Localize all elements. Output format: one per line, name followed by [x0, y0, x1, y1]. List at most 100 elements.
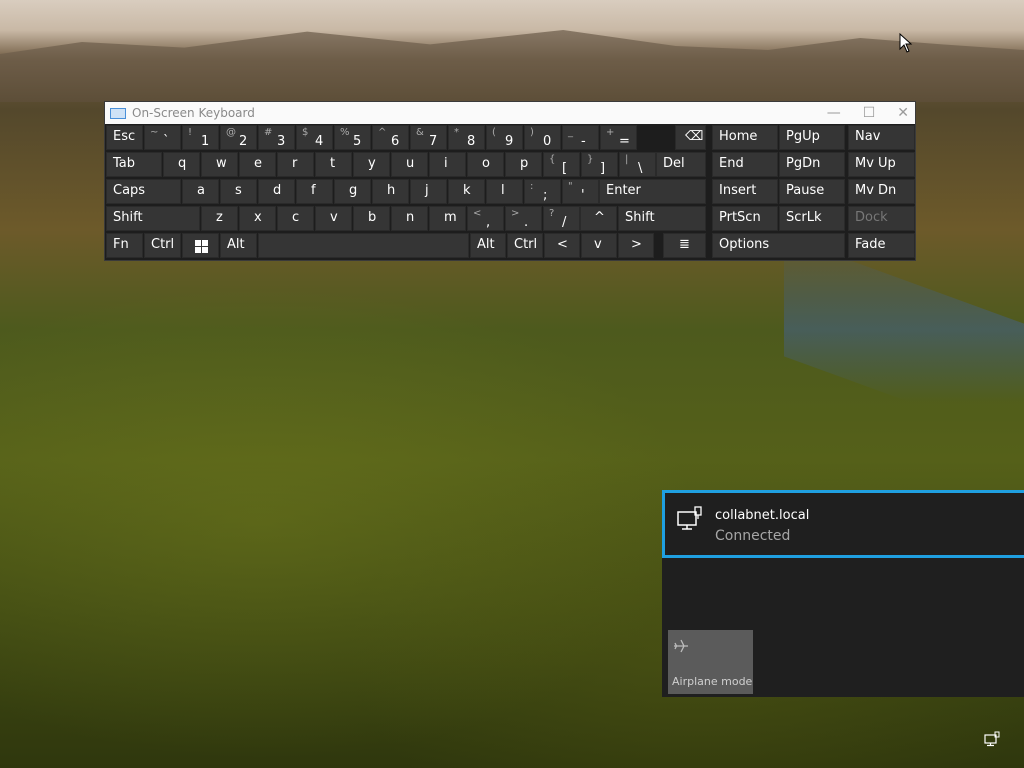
key-home[interactable]: Home — [712, 125, 778, 150]
key-row4-9[interactable]: ? / — [543, 206, 580, 231]
key-row2-9[interactable]: p — [505, 152, 542, 177]
key-row3-6[interactable]: j — [410, 179, 447, 204]
key-backspace[interactable]: ⌫ — [675, 125, 706, 150]
key-space[interactable] — [258, 233, 469, 258]
key-row3-3[interactable]: f — [296, 179, 333, 204]
on-screen-keyboard-window[interactable]: On-Screen Keyboard — ☐ ✕ Esc ⌫ Tab Del C… — [104, 101, 916, 261]
key-row2-2[interactable]: e — [239, 152, 276, 177]
network-tray-icon[interactable] — [984, 731, 1000, 747]
key-row4-7[interactable]: <, — [467, 206, 504, 231]
airplane-mode-label: Airplane mode — [672, 675, 753, 688]
key-windows[interactable] — [182, 233, 219, 258]
key-row4-8[interactable]: >. — [505, 206, 542, 231]
key-row1-10[interactable]: ) 0 — [524, 125, 561, 150]
key-row1-8[interactable]: * 8 — [448, 125, 485, 150]
key-row1-4[interactable]: $4 — [296, 125, 333, 150]
key-pause[interactable]: Pause — [779, 179, 845, 204]
key-prtscn[interactable]: PrtScn — [712, 206, 778, 231]
key-row2-5[interactable]: y — [353, 152, 390, 177]
key-row1-6[interactable]: ^ 6 — [372, 125, 409, 150]
key-row3-9[interactable]: :; — [524, 179, 561, 204]
key-row4-1[interactable]: x — [239, 206, 276, 231]
key-row1-7[interactable]: & 7 — [410, 125, 447, 150]
key-left-arrow[interactable]: < — [544, 233, 580, 258]
key-alt-left[interactable]: Alt — [220, 233, 257, 258]
key-mv-up[interactable]: Mv Up — [848, 152, 915, 177]
wallpaper-river — [784, 236, 1024, 444]
key-row2-1[interactable]: w — [201, 152, 238, 177]
key-row4-5[interactable]: n — [391, 206, 428, 231]
key-del[interactable]: Del — [656, 152, 706, 177]
key-row4-6[interactable]: m — [429, 206, 466, 231]
key-caps[interactable]: Caps — [106, 179, 181, 204]
key-row1-9[interactable]: (9 — [486, 125, 523, 150]
network-status: Connected — [715, 528, 791, 544]
key-row1-2[interactable]: @2 — [220, 125, 257, 150]
airplane-mode-tile[interactable]: Airplane mode — [668, 630, 753, 694]
key-row1-12[interactable]: + = — [600, 125, 637, 150]
key-row1-5[interactable]: % 5 — [334, 125, 371, 150]
key-row4-2[interactable]: c — [277, 206, 314, 231]
key-right-arrow[interactable]: > — [618, 233, 654, 258]
osk-title: On-Screen Keyboard — [132, 106, 255, 120]
ethernet-icon — [677, 506, 702, 530]
key-row2-11[interactable]: }] — [581, 152, 618, 177]
key-row3-5[interactable]: h — [372, 179, 409, 204]
key-row3-7[interactable]: k — [448, 179, 485, 204]
key-row4-3[interactable]: v — [315, 206, 352, 231]
key-pgup[interactable]: PgUp — [779, 125, 845, 150]
key-row1-3[interactable]: #3 — [258, 125, 295, 150]
key-scrlk[interactable]: ScrLk — [779, 206, 845, 231]
key-row2-6[interactable]: u — [391, 152, 428, 177]
osk-keys: Esc ⌫ Tab Del Caps Enter Shift ^ Shift F… — [105, 124, 915, 260]
key-up-arrow[interactable]: ^ — [580, 206, 617, 231]
key-fade[interactable]: Fade — [848, 233, 915, 258]
key-row3-1[interactable]: s — [220, 179, 257, 204]
windows-icon — [195, 240, 208, 253]
key-row2-4[interactable]: t — [315, 152, 352, 177]
key-insert[interactable]: Insert — [712, 179, 778, 204]
key-row2-10[interactable]: {[ — [543, 152, 580, 177]
key-row3-10[interactable]: " ' — [562, 179, 599, 204]
key-down-arrow[interactable]: v — [581, 233, 617, 258]
key-esc[interactable]: Esc — [106, 125, 143, 150]
key-ctrl-left[interactable]: Ctrl — [144, 233, 181, 258]
key-shift-left[interactable]: Shift — [106, 206, 200, 231]
close-button[interactable]: ✕ — [897, 105, 909, 121]
key-row3-2[interactable]: d — [258, 179, 295, 204]
key-row1-0[interactable]: ~ ` — [144, 125, 181, 150]
key-row2-7[interactable]: i — [429, 152, 466, 177]
key-row1-11[interactable]: _ - — [562, 125, 599, 150]
osk-titlebar[interactable]: On-Screen Keyboard — ☐ ✕ — [105, 102, 915, 124]
key-fn[interactable]: Fn — [106, 233, 143, 258]
minimize-button[interactable]: — — [827, 105, 841, 121]
key-end[interactable]: End — [712, 152, 778, 177]
key-row1-1[interactable]: ! 1 — [182, 125, 219, 150]
maximize-button[interactable]: ☐ — [863, 105, 876, 121]
key-nav[interactable]: Nav — [848, 125, 915, 150]
keyboard-icon — [110, 107, 126, 119]
key-row3-0[interactable]: a — [182, 179, 219, 204]
key-dock: Dock — [848, 206, 915, 231]
key-row2-8[interactable]: o — [467, 152, 504, 177]
key-mv-dn[interactable]: Mv Dn — [848, 179, 915, 204]
key-alt-right[interactable]: Alt — [470, 233, 506, 258]
airplane-icon — [674, 639, 688, 653]
key-enter[interactable]: Enter — [599, 179, 706, 204]
key-row4-4[interactable]: b — [353, 206, 390, 231]
key-row3-8[interactable]: l — [486, 179, 523, 204]
key-menu[interactable]: ≣ — [663, 233, 706, 258]
key-options[interactable]: Options — [712, 233, 845, 258]
key-row2-0[interactable]: q — [163, 152, 200, 177]
key-ctrl-right[interactable]: Ctrl — [507, 233, 543, 258]
key-row2-12[interactable]: | \ — [619, 152, 656, 177]
mouse-cursor-icon — [899, 33, 913, 53]
key-row3-4[interactable]: g — [334, 179, 371, 204]
key-row2-3[interactable]: r — [277, 152, 314, 177]
key-tab[interactable]: Tab — [106, 152, 162, 177]
key-shift-right[interactable]: Shift — [618, 206, 706, 231]
key-pgdn[interactable]: PgDn — [779, 152, 845, 177]
network-item-collabnet[interactable]: collabnet.local Connected — [662, 490, 1024, 558]
wallpaper-ridge — [0, 30, 1024, 102]
key-row4-0[interactable]: z — [201, 206, 238, 231]
